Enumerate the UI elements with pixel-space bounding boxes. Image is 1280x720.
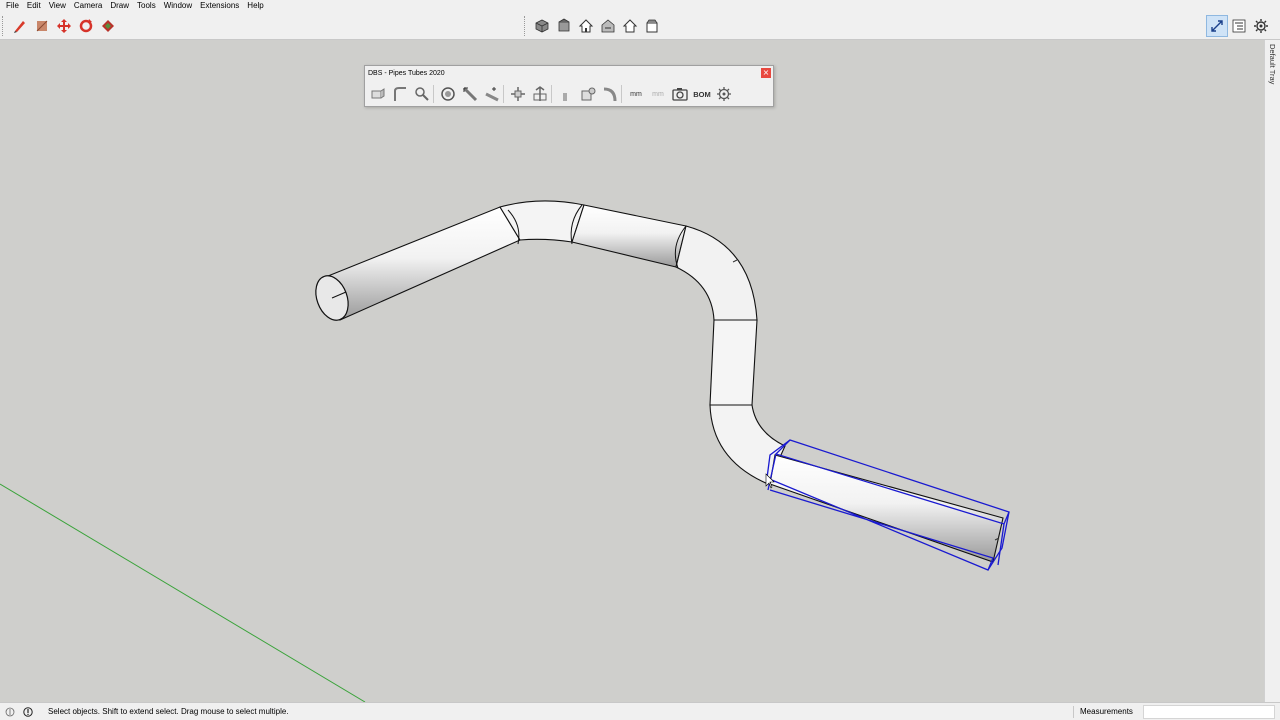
pipe-connect-icon[interactable]	[481, 83, 503, 105]
panel-settings-icon[interactable]	[713, 83, 735, 105]
zoom-extents-icon[interactable]	[1206, 15, 1228, 37]
front-view-icon[interactable]	[575, 15, 597, 37]
model-scene[interactable]	[0, 40, 1264, 702]
menu-view[interactable]: View	[45, 0, 70, 12]
pipe-create-icon[interactable]	[367, 83, 389, 105]
pipe-height-icon[interactable]	[529, 83, 551, 105]
toolbar-grip[interactable]	[2, 16, 5, 36]
dimension-mm-alt-button[interactable]: mm	[647, 83, 669, 105]
menu-tools[interactable]: Tools	[133, 0, 160, 12]
rotate-icon[interactable]	[75, 15, 97, 37]
default-tray[interactable]: Default Tray	[1264, 40, 1280, 702]
status-bar: Select objects. Shift to extend select. …	[0, 702, 1280, 720]
panel-toolbar: mm mm BOM	[367, 83, 735, 105]
measurements-label: Measurements	[1080, 707, 1133, 716]
iso-view-icon[interactable]	[531, 15, 553, 37]
tray-label[interactable]: Default Tray	[1268, 44, 1277, 84]
menu-draw[interactable]: Draw	[106, 0, 133, 12]
right-view-icon[interactable]	[597, 15, 619, 37]
outliner-icon[interactable]	[1228, 15, 1250, 37]
camera-icon[interactable]	[669, 83, 691, 105]
edit-tools-group	[2, 14, 119, 38]
right-tools-group	[1206, 14, 1272, 38]
menu-help[interactable]: Help	[243, 0, 267, 12]
pipe-bend-icon[interactable]	[599, 83, 621, 105]
pipe-search-icon[interactable]	[411, 83, 433, 105]
info-icon[interactable]	[23, 707, 33, 717]
toolbar-grip[interactable]	[524, 16, 527, 36]
measurements-input[interactable]	[1143, 705, 1275, 719]
pipe-fitting-icon[interactable]	[577, 83, 599, 105]
pipe-align-icon[interactable]	[507, 83, 529, 105]
pipe-rotate-icon[interactable]	[437, 83, 459, 105]
left-view-icon[interactable]	[641, 15, 663, 37]
views-group	[524, 14, 663, 38]
pipe-cut-icon[interactable]	[555, 83, 577, 105]
eraser-icon[interactable]	[31, 15, 53, 37]
pencil-icon[interactable]	[9, 15, 31, 37]
menu-file[interactable]: File	[2, 0, 23, 12]
bom-button[interactable]: BOM	[691, 83, 713, 105]
bom-label: BOM	[693, 89, 711, 99]
sketchup-window: File Edit View Camera Draw Tools Window …	[0, 0, 1280, 720]
pipe-path-icon[interactable]	[389, 83, 411, 105]
settings-icon[interactable]	[1250, 15, 1272, 37]
menu-window[interactable]: Window	[160, 0, 196, 12]
top-view-icon[interactable]	[553, 15, 575, 37]
status-text: Select objects. Shift to extend select. …	[48, 707, 289, 716]
menubar: File Edit View Camera Draw Tools Window …	[0, 0, 1280, 12]
model-viewport[interactable]	[0, 40, 1264, 702]
back-view-icon[interactable]	[619, 15, 641, 37]
pipe-model	[315, 200, 1010, 571]
divider	[1073, 706, 1074, 718]
pipe-extend-icon[interactable]	[459, 83, 481, 105]
dbs-pipes-panel[interactable]: DBS - Pipes Tubes 2020 × mm mm BOM	[364, 65, 774, 107]
geo-location-icon[interactable]	[5, 707, 15, 717]
main-toolbar	[0, 12, 1280, 40]
close-button[interactable]: ×	[761, 68, 771, 78]
menu-camera[interactable]: Camera	[70, 0, 106, 12]
dimension-mm-button[interactable]: mm	[625, 83, 647, 105]
green-axis	[0, 483, 366, 702]
paint-bucket-icon[interactable]	[97, 15, 119, 37]
panel-title: DBS - Pipes Tubes 2020	[368, 70, 445, 77]
menu-edit[interactable]: Edit	[23, 0, 45, 12]
unit-label-alt: mm	[652, 90, 664, 98]
move-icon[interactable]	[53, 15, 75, 37]
menu-extensions[interactable]: Extensions	[196, 0, 243, 12]
unit-label: mm	[630, 90, 642, 98]
